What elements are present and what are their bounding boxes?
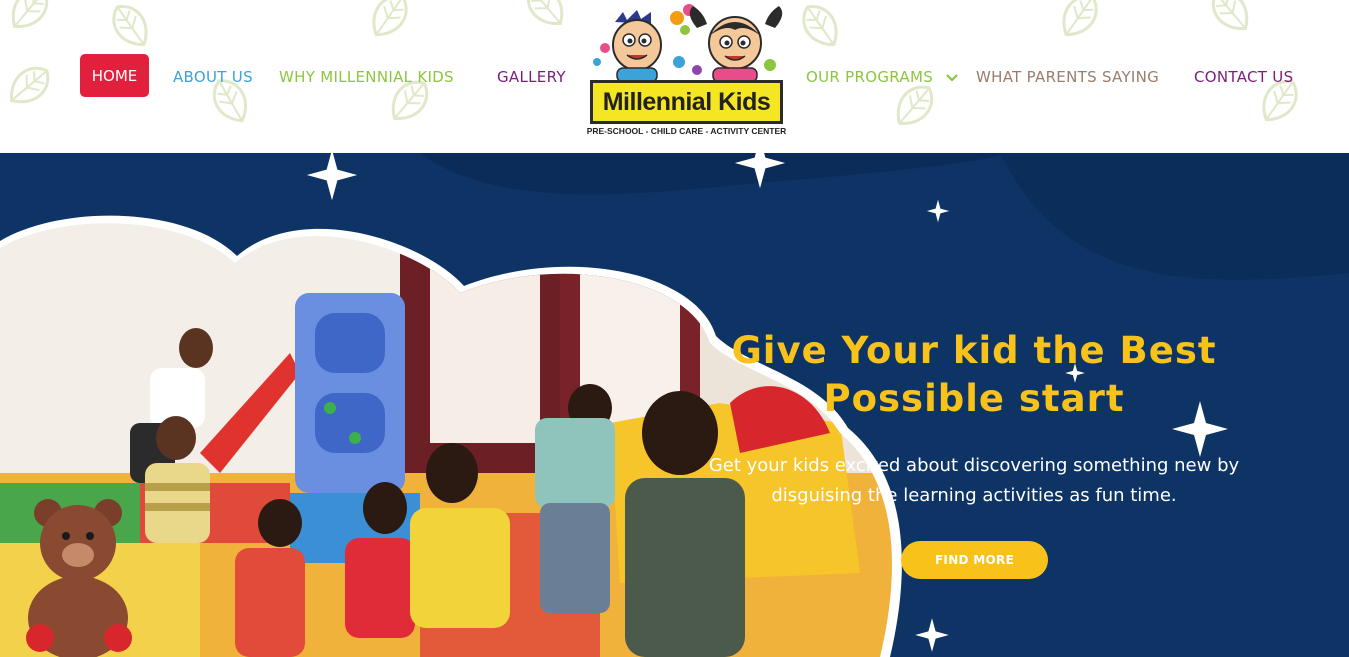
- hero-title: Give Your kid the Best Possible start: [700, 327, 1248, 423]
- site-logo[interactable]: Millennial Kids PRE-SCHOOL - CHILD CARE …: [585, 0, 795, 145]
- logo-title: Millennial Kids: [602, 87, 771, 116]
- logo-plate: Millennial Kids: [590, 80, 783, 124]
- nav-contact-us[interactable]: CONTACT US: [1194, 66, 1293, 88]
- hero-section: Give Your kid the Best Possible start Ge…: [0, 153, 1349, 657]
- hero-title-line2: Possible start: [823, 377, 1125, 420]
- nav-our-programs-label: OUR PROGRAMS: [806, 68, 934, 86]
- nav-about-us[interactable]: ABOUT US: [173, 66, 253, 88]
- find-more-button[interactable]: FIND MORE: [901, 541, 1048, 579]
- site-header: HOME ABOUT US WHY MILLENNIAL KIDS GALLER…: [0, 0, 1349, 153]
- nav-our-programs[interactable]: OUR PROGRAMS: [806, 66, 958, 88]
- nav-home-label: HOME: [91, 66, 138, 85]
- hero-description: Get your kids excited about discovering …: [680, 451, 1268, 511]
- hero-title-line1: Give Your kid the Best: [731, 329, 1217, 372]
- nav-home[interactable]: HOME: [80, 54, 149, 97]
- nav-gallery[interactable]: GALLERY: [497, 66, 566, 88]
- logo-subtitle: PRE-SCHOOL - CHILD CARE - ACTIVITY CENTE…: [586, 126, 787, 136]
- find-more-label: FIND MORE: [934, 553, 1015, 567]
- hero-text-line2: disguising the learning activities as fu…: [771, 485, 1177, 506]
- nav-why-millennial-kids[interactable]: WHY MILLENNIAL KIDS: [279, 66, 454, 88]
- hero-text-line1: Get your kids excited about discovering …: [708, 455, 1240, 476]
- nav-what-parents-saying[interactable]: WHAT PARENTS SAYING: [976, 66, 1159, 88]
- chevron-down-icon: [946, 73, 958, 82]
